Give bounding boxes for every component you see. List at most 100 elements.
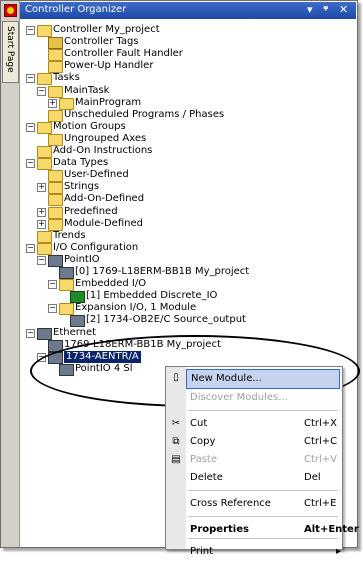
menu-separator (188, 516, 338, 517)
menu-item-label: Cross Reference (190, 498, 271, 509)
expand-icon[interactable]: + (48, 98, 57, 108)
tree-item-label: Ethernet (53, 326, 97, 338)
expand-icon[interactable]: + (37, 183, 46, 193)
folder-icon (59, 279, 74, 292)
context-menu: New Module... ▯ Discover Modules... Cut Ctrl… (165, 366, 359, 557)
tree-item-label: Unscheduled Programs / Phases (64, 108, 225, 120)
pin-icon[interactable]: ᵠ (323, 3, 328, 16)
app-logo-icon (4, 4, 17, 17)
tree-item-label: MainProgram (75, 96, 142, 108)
tree-item-label: Predefined (64, 205, 118, 217)
left-dock-strip: Start Page (1, 1, 20, 547)
menu-item-print[interactable]: Print ▸ (186, 543, 342, 561)
tags-icon (48, 37, 63, 50)
collapse-icon[interactable]: − (26, 74, 35, 84)
collapse-icon[interactable]: − (26, 243, 35, 253)
menu-item-label: Print (190, 546, 214, 557)
folder-icon (37, 146, 52, 158)
expand-icon[interactable]: + (37, 207, 46, 217)
menu-item-shortcut: Ctrl+V (304, 454, 338, 465)
tree-item-label: Controller My_project (53, 24, 160, 35)
menu-item-paste: Paste Ctrl+V (186, 451, 340, 469)
tree-item-label: Controller Tags (64, 36, 139, 48)
tree-item-label: Expansion I/O, 1 Module (75, 302, 197, 314)
module-icon (48, 254, 63, 267)
menu-separator (188, 490, 338, 491)
menu-item-shortcut: Del (304, 472, 321, 483)
folder-icon (48, 85, 63, 98)
tree-item-label: Ungrouped Axes (64, 132, 147, 144)
start-page-tab[interactable]: Start Page (2, 21, 19, 83)
menu-item-shortcut: Ctrl+E (304, 498, 337, 509)
collapse-icon[interactable]: − (48, 304, 57, 314)
new-module-icon: ▯ (173, 372, 179, 383)
tree-item-label: User-Defined (64, 169, 129, 181)
tree-item-label: MainTask (64, 84, 110, 96)
tree-item-label: Add-On Instructions (53, 145, 153, 156)
panel-title: Controller Organizer (25, 4, 127, 15)
submenu-arrow-icon: ▸ (336, 546, 342, 557)
folder-icon (48, 194, 63, 207)
tree-item-label: [2] 1734-OB2E/C Source_output (86, 314, 246, 326)
menu-item-properties[interactable]: Properties Alt+Enter (186, 521, 359, 539)
menu-separator (188, 410, 338, 411)
module-icon (37, 327, 52, 340)
tree-item-label: Tasks (53, 72, 80, 84)
menu-item-label: Delete (190, 472, 223, 483)
menu-item-label: New Module... (191, 373, 262, 384)
tree-item-label: Add-On-Defined (64, 193, 145, 205)
menu-item-cut[interactable]: Cut Ctrl+X (186, 415, 340, 433)
folder-icon (37, 158, 52, 171)
close-icon[interactable]: ✕ (339, 3, 348, 16)
module-icon (59, 267, 74, 279)
folder-icon (37, 230, 52, 243)
menu-item-cross-reference[interactable]: Cross Reference Ctrl+E (186, 495, 340, 513)
menu-item-discover-modules: Discover Modules... (186, 389, 340, 407)
menu-item-shortcut: Ctrl+X (304, 418, 338, 429)
folder-icon (59, 303, 74, 316)
tree-item-label: Power-Up Handler (64, 60, 154, 72)
tree-item-label: [1] Embedded Discrete_IO (86, 290, 218, 302)
expand-icon[interactable]: + (37, 219, 46, 229)
folder-icon (48, 170, 63, 183)
folder-icon (37, 73, 52, 86)
menu-item-delete[interactable]: Delete Del (186, 469, 340, 487)
menu-item-label: Copy (190, 436, 216, 447)
menu-item-new-module[interactable]: New Module... (186, 369, 340, 389)
tree-item-label: Trends (53, 229, 86, 241)
tree-item-label: PointIO (64, 253, 100, 265)
collapse-icon[interactable]: − (48, 280, 57, 290)
collapse-icon[interactable]: − (26, 159, 35, 169)
tree-item-label: Controller Fault Handler (64, 48, 183, 60)
menu-item-label: Cut (190, 418, 208, 429)
folder-icon (48, 182, 63, 195)
menu-item-shortcut: Ctrl+C (304, 436, 338, 447)
folder-icon (48, 206, 63, 219)
tree-item-label: I/O Configuration (53, 241, 139, 253)
collapse-icon[interactable]: − (26, 26, 35, 35)
tree-item-label: Data Types (53, 157, 109, 169)
folder-icon (37, 121, 52, 134)
tree-item-label: Module-Defined (64, 217, 143, 229)
collapse-icon[interactable]: − (26, 328, 35, 338)
paste-icon: ▤ (171, 454, 181, 465)
folder-icon (48, 49, 63, 62)
tree-item-label: Strings (64, 181, 100, 193)
collapse-icon[interactable]: − (37, 255, 46, 265)
collapse-icon[interactable]: − (26, 122, 35, 132)
folder-icon (37, 242, 52, 255)
folder-icon (37, 25, 52, 37)
menu-item-label: Properties (190, 524, 249, 535)
cut-icon: ✂ (171, 418, 181, 429)
tree-item-label: [0] 1769-L18ERM-BB1B My_project (75, 266, 250, 277)
copy-icon: ⧉ (172, 436, 180, 447)
menu-item-shortcut: Alt+Enter (304, 524, 359, 535)
collapse-icon[interactable]: − (37, 86, 46, 96)
tree-item-label: Motion Groups (53, 120, 126, 132)
panel-titlebar: Controller Organizer ▾ ᵠ ✕ (20, 2, 356, 19)
menu-item-label: Paste (190, 454, 217, 465)
dropdown-icon[interactable]: ▾ (307, 3, 313, 16)
start-page-tab-label: Start Page (5, 26, 15, 73)
menu-item-label: Discover Modules... (190, 392, 288, 403)
menu-item-copy[interactable]: Copy Ctrl+C (186, 433, 340, 451)
